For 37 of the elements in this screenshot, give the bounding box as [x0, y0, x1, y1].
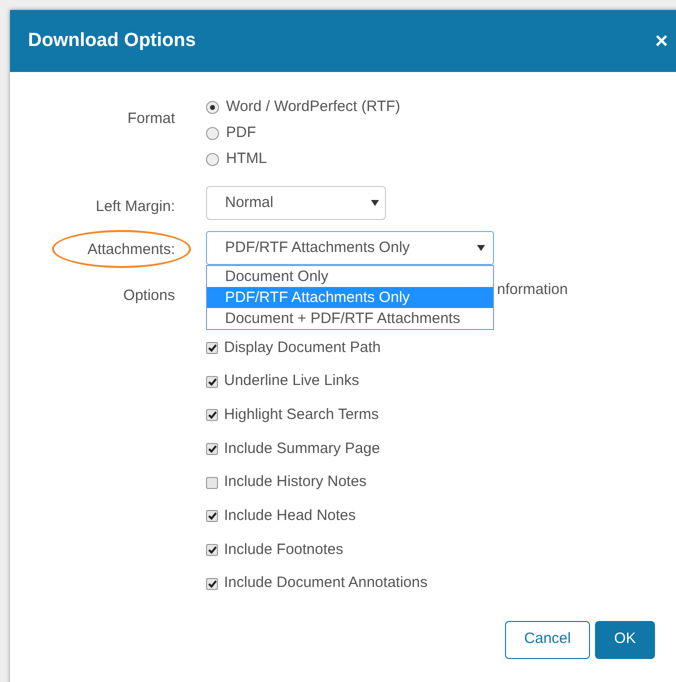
caret-icon	[371, 200, 379, 206]
checkbox[interactable]	[206, 544, 218, 556]
close-button[interactable]: ×	[655, 30, 668, 52]
checkbox-label: Highlight Search Terms	[224, 404, 379, 425]
checkbox-label: Include History Notes	[224, 472, 367, 492]
ok-button[interactable]: OK	[595, 620, 655, 658]
radio-button[interactable]	[206, 100, 219, 114]
checkbox[interactable]	[206, 409, 218, 422]
dropdown-option[interactable]: Document Only	[207, 266, 493, 287]
options-label: Options	[123, 287, 175, 304]
radio-label: HTML	[226, 148, 267, 169]
dropdown-option[interactable]: Document + PDF/RTF Attachments	[207, 308, 493, 329]
checkbox-label: Include Head Notes	[224, 506, 356, 526]
checkbox-label: Include Summary Page	[224, 438, 380, 459]
checkbox-label: Display Document Path	[224, 338, 381, 358]
cancel-button[interactable]: Cancel	[505, 620, 590, 658]
option-text: nformation	[497, 281, 568, 298]
left-margin-label: Left Margin:	[96, 198, 175, 215]
radio-button[interactable]	[206, 152, 219, 166]
left-margin-select[interactable]: Normal	[206, 186, 386, 220]
checkbox[interactable]	[206, 442, 218, 455]
checkbox[interactable]	[206, 578, 218, 590]
radio-button[interactable]	[206, 126, 219, 140]
radio-label: PDF	[226, 122, 256, 143]
checkbox[interactable]	[206, 342, 218, 354]
radio-label: Word / WordPerfect (RTF)	[226, 96, 400, 117]
checkbox-label: Include Document Annotations	[224, 573, 428, 594]
caret-icon	[477, 245, 485, 251]
dialog-title: Download Options	[28, 28, 196, 53]
format-label: Format	[127, 110, 175, 127]
checkbox[interactable]	[206, 510, 218, 522]
checkbox[interactable]	[206, 476, 218, 489]
attachments-select[interactable]: PDF/RTF Attachments Only	[206, 231, 494, 265]
checkbox-label: Include Footnotes	[224, 540, 344, 560]
attachments-label: Attachments:	[87, 241, 175, 258]
checkbox[interactable]	[206, 376, 218, 388]
checkbox-label: Underline Live Links	[224, 371, 360, 392]
